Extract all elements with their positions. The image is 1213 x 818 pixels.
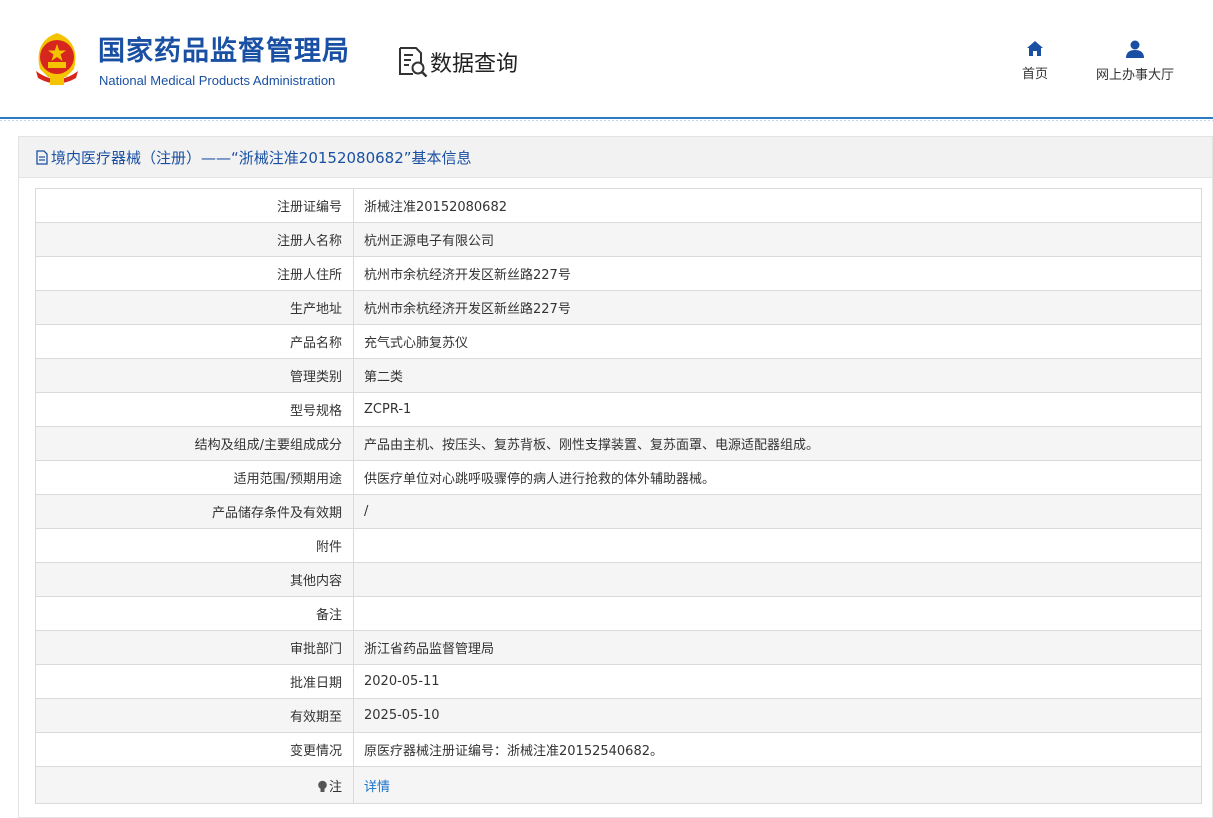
field-value: 2025-05-10 [353, 698, 1202, 733]
field-value: 杭州市余杭经济开发区新丝路227号 [353, 290, 1202, 325]
document-search-icon [399, 47, 428, 78]
lightbulb-icon [318, 780, 327, 792]
panel-title: 境内医疗器械（注册）——“浙械注准20152080682”基本信息 [51, 148, 472, 167]
user-icon [1126, 40, 1144, 58]
site-header: 国家药品监督管理局 National Medical Products Admi… [0, 0, 1213, 121]
field-value: ZCPR-1 [353, 392, 1202, 427]
record-panel: 境内医疗器械（注册）——“浙械注准20152080682”基本信息 注册证编号 … [18, 136, 1213, 818]
nav-online-service-hall-link[interactable]: 网上办事大厅 [1089, 40, 1181, 83]
site-title-english: National Medical Products Administration [99, 73, 336, 88]
field-value: 浙械注准20152080682 [353, 188, 1202, 223]
field-label: 注册人住所 [35, 256, 354, 291]
field-value: 原医疗器械注册证编号：浙械注准20152540682。 [353, 732, 1202, 767]
field-label: 注册人名称 [35, 222, 354, 257]
field-value: 第二类 [353, 358, 1202, 393]
field-value: 产品由主机、按压头、复苏背板、刚性支撑装置、复苏面罩、电源适配器组成。 [353, 426, 1202, 461]
table-row: 备注 [35, 596, 1202, 631]
field-value: / [353, 494, 1202, 529]
field-value: 充气式心肺复苏仪 [353, 324, 1202, 359]
table-row: 附件 [35, 528, 1202, 563]
field-label: 注册证编号 [35, 188, 354, 223]
national-emblem-icon [36, 33, 78, 85]
table-row: 型号规格 ZCPR-1 [35, 392, 1202, 427]
table-row: 注册人名称 杭州正源电子有限公司 [35, 222, 1202, 257]
field-label: 其他内容 [35, 562, 354, 597]
table-row: 有效期至 2025-05-10 [35, 698, 1202, 733]
table-row: 变更情况 原医疗器械注册证编号：浙械注准20152540682。 [35, 732, 1202, 767]
nav-home-link[interactable]: 首页 [1014, 40, 1056, 82]
field-label: 生产地址 [35, 290, 354, 325]
field-label: 适用范围/预期用途 [35, 460, 354, 495]
table-row: 适用范围/预期用途 供医疗单位对心跳呼吸骤停的病人进行抢救的体外辅助器械。 [35, 460, 1202, 495]
field-label: 批准日期 [35, 664, 354, 699]
field-value: 杭州市余杭经济开发区新丝路227号 [353, 256, 1202, 291]
field-label: 变更情况 [35, 732, 354, 767]
field-label: 备注 [35, 596, 354, 631]
table-row: 注册证编号 浙械注准20152080682 [35, 188, 1202, 223]
note-value-cell: 详情 [353, 766, 1202, 804]
table-row: 其他内容 [35, 562, 1202, 597]
table-row: 产品名称 充气式心肺复苏仪 [35, 324, 1202, 359]
module-label: 数据查询 [430, 52, 519, 77]
note-label-cell: 注 [35, 766, 354, 804]
nav-home-label: 首页 [1021, 67, 1048, 82]
field-label: 有效期至 [35, 698, 354, 733]
note-label: 注 [328, 779, 342, 795]
field-value: 2020-05-11 [353, 664, 1202, 699]
detail-link[interactable]: 详情 [364, 780, 390, 795]
module-heading: 数据查询 [398, 44, 518, 80]
field-value: 浙江省药品监督管理局 [353, 630, 1202, 665]
field-value [353, 528, 1202, 563]
header-divider [0, 117, 1213, 119]
field-label: 结构及组成/主要组成成分 [35, 426, 354, 461]
table-row: 结构及组成/主要组成成分 产品由主机、按压头、复苏背板、刚性支撑装置、复苏面罩、… [35, 426, 1202, 461]
field-label: 产品储存条件及有效期 [35, 494, 354, 529]
field-label: 审批部门 [35, 630, 354, 665]
site-title: 国家药品监督管理局 [98, 36, 350, 67]
table-row: 批准日期 2020-05-11 [35, 664, 1202, 699]
field-value: 供医疗单位对心跳呼吸骤停的病人进行抢救的体外辅助器械。 [353, 460, 1202, 495]
record-detail-table: 注册证编号 浙械注准20152080682 注册人名称 杭州正源电子有限公司 注… [35, 188, 1202, 804]
field-label: 管理类别 [35, 358, 354, 393]
note-row: 注 详情 [35, 766, 1202, 804]
field-label: 型号规格 [35, 392, 354, 427]
field-label: 附件 [35, 528, 354, 563]
field-value [353, 596, 1202, 631]
table-row: 产品储存条件及有效期 / [35, 494, 1202, 529]
header-dotted-divider [0, 120, 1213, 121]
table-row: 管理类别 第二类 [35, 358, 1202, 393]
panel-header: 境内医疗器械（注册）——“浙械注准20152080682”基本信息 [19, 137, 1212, 178]
table-row: 注册人住所 杭州市余杭经济开发区新丝路227号 [35, 256, 1202, 291]
field-value [353, 562, 1202, 597]
field-value: 杭州正源电子有限公司 [353, 222, 1202, 257]
table-row: 审批部门 浙江省药品监督管理局 [35, 630, 1202, 665]
table-row: 生产地址 杭州市余杭经济开发区新丝路227号 [35, 290, 1202, 325]
nav-online-service-hall-label: 网上办事大厅 [1095, 68, 1174, 83]
document-icon [36, 149, 48, 165]
field-label: 产品名称 [35, 324, 354, 359]
home-icon [1027, 41, 1043, 56]
